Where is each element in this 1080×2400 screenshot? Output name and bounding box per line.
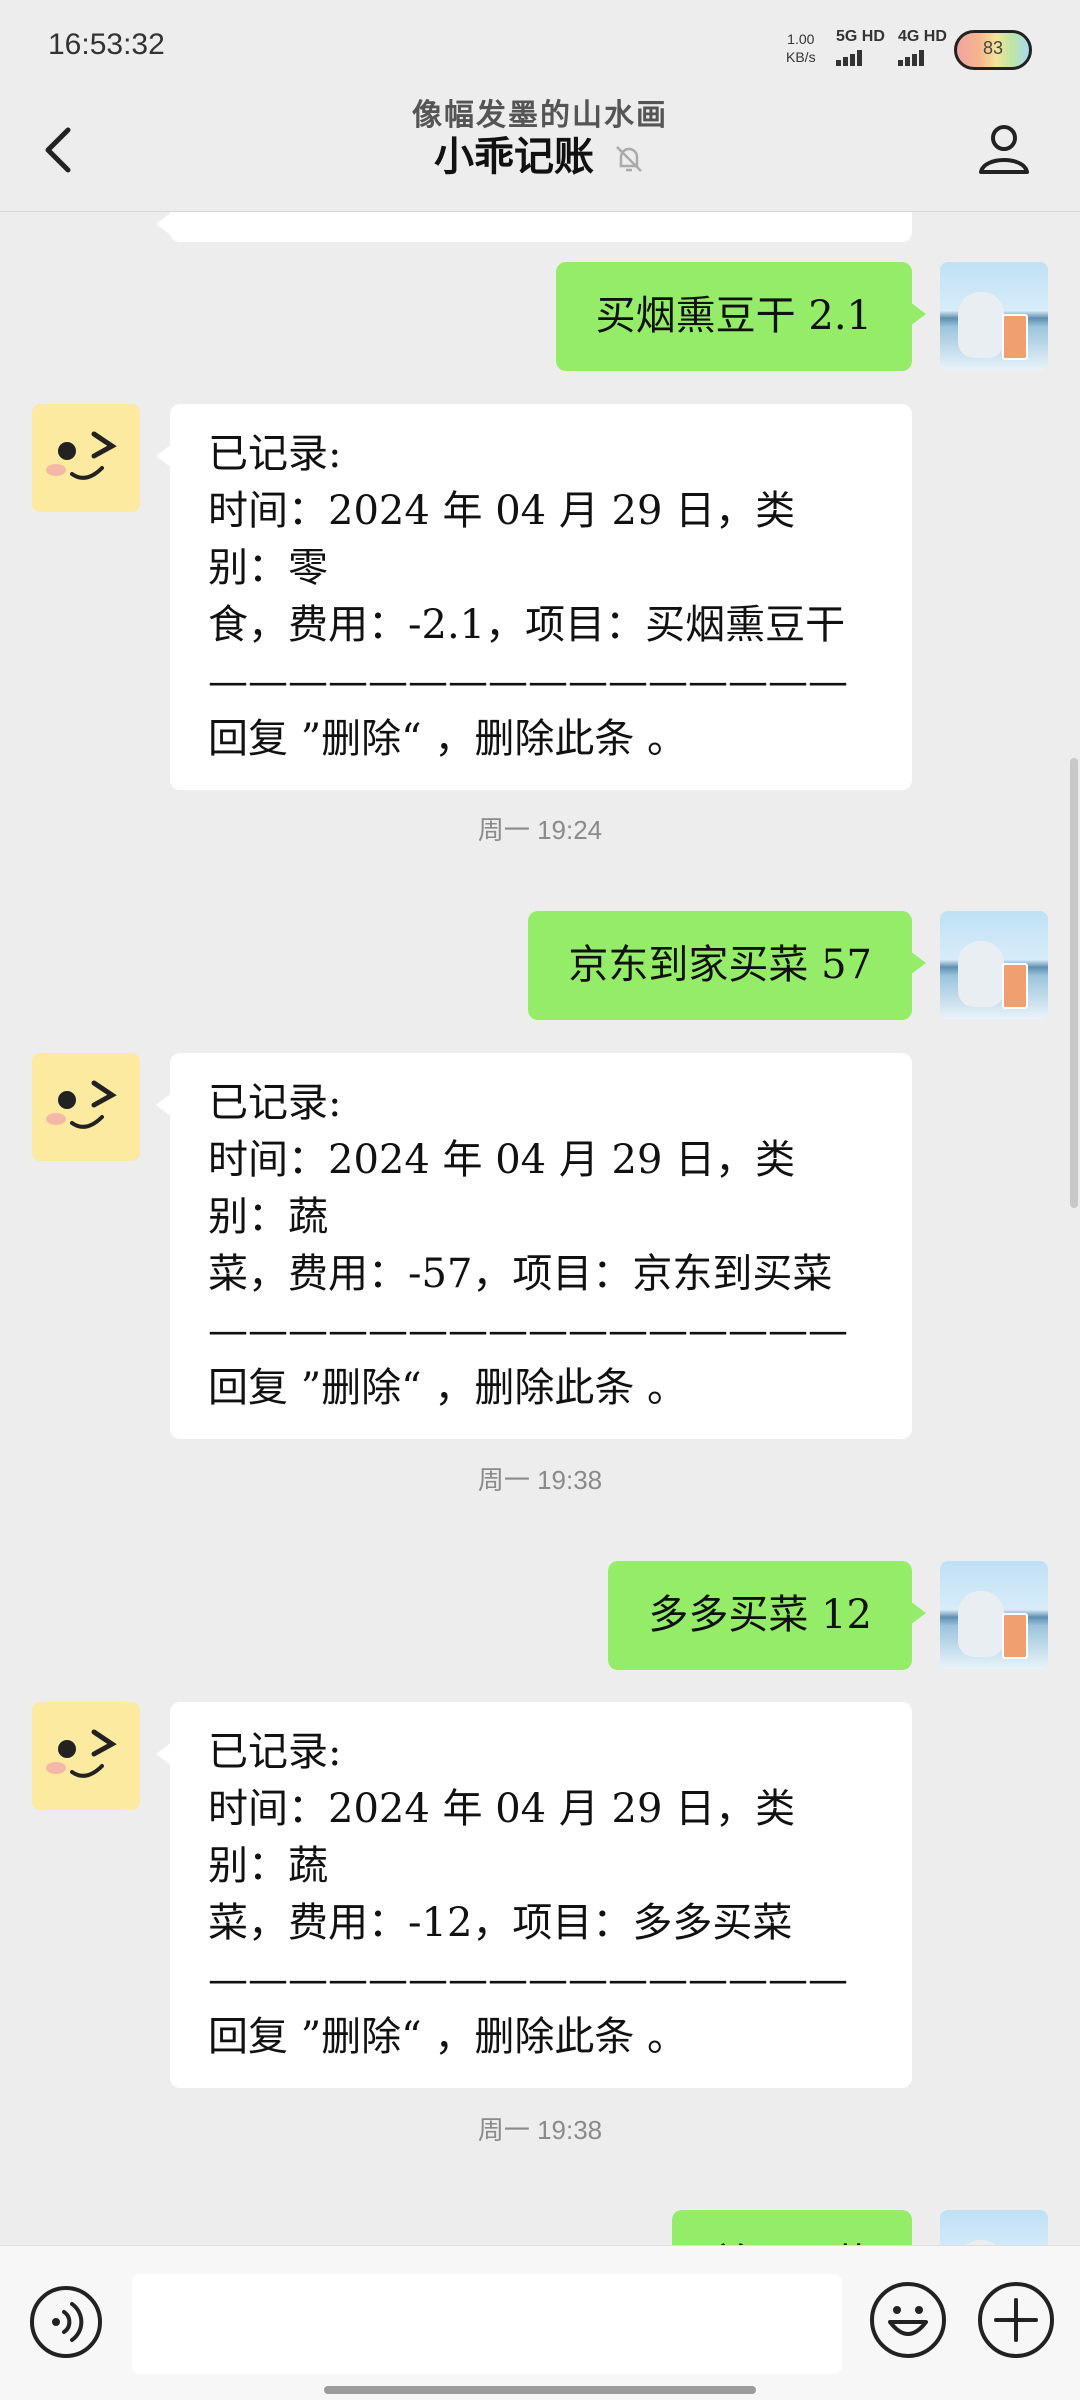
- message-line: 时间：2024 年 04 月 29 日，类别：零: [208, 488, 796, 591]
- bot-avatar[interactable]: [32, 404, 140, 512]
- message-line: 菜，费用：-57，项目：京东到买菜: [208, 1251, 833, 1297]
- timestamp: 周一 19:38: [477, 2115, 603, 2145]
- voice-icon[interactable]: [30, 2286, 102, 2358]
- battery-level: 83: [982, 38, 1004, 58]
- user-avatar[interactable]: [940, 1561, 1048, 1669]
- profile-icon[interactable]: [976, 120, 1032, 176]
- timestamp: 周一 19:38: [477, 1465, 603, 1495]
- message-line: 回复 ”删除“ ，删除此条 。: [208, 2014, 688, 2060]
- bot-avatar[interactable]: [32, 1702, 140, 1810]
- user-avatar[interactable]: [940, 911, 1048, 1019]
- message-line: 已记录:: [208, 1080, 342, 1126]
- plus-icon[interactable]: [978, 2282, 1054, 2358]
- signal-4g-icon: 4G HD: [898, 28, 947, 66]
- message-divider: ————————————————: [208, 1308, 848, 1354]
- incoming-message[interactable]: 已记录: 时间：2024 年 04 月 29 日，类别：零 食，费用：-2.1，…: [156, 404, 912, 790]
- message-line: 食，费用：-2.1，项目：买烟熏豆干: [208, 602, 846, 648]
- timestamp: 周一 19:24: [477, 815, 603, 845]
- message-divider: ————————————————: [208, 659, 848, 705]
- message-divider: ————————————————: [208, 1957, 848, 2003]
- outgoing-message[interactable]: 买烟熏豆干 2.1: [555, 262, 927, 371]
- outgoing-message[interactable]: 多多买菜 12: [608, 1561, 926, 1670]
- message-line: 时间：2024 年 04 月 29 日，类别：蔬: [208, 1137, 796, 1240]
- message-line: 菜，费用：-12，项目：多多买菜: [208, 1900, 793, 1946]
- signal-5g-icon: 5G HD: [836, 28, 885, 66]
- user-avatar[interactable]: [940, 2210, 1048, 2245]
- message-line: 已记录:: [208, 1729, 342, 1775]
- incoming-message[interactable]: 已记录: 时间：2024 年 04 月 29 日，类别：蔬 菜，费用：-57，项…: [156, 1053, 912, 1439]
- home-indicator[interactable]: [324, 2386, 756, 2394]
- message-line: 时间：2024 年 04 月 29 日，类别：蔬: [208, 1786, 796, 1889]
- status-time: 16:53:32: [48, 28, 165, 61]
- input-bar: [0, 2245, 1080, 2400]
- message-line: 已记录:: [208, 431, 342, 477]
- mute-bell-icon: [612, 142, 646, 176]
- status-bar: 16:53:32 1.00 KB/s 5G HD 4G HD 83: [0, 0, 1080, 90]
- message-list[interactable]: 买烟熏豆干 2.1 已记录: 时间：2024 年 04 月 29 日，类别：零 …: [0, 212, 1080, 2245]
- user-avatar[interactable]: [940, 262, 1048, 370]
- outgoing-message[interactable]: 美团买菜: [672, 2210, 912, 2245]
- network-speed: 1.00 KB/s: [786, 31, 816, 65]
- chat-title: 小乖记账: [0, 124, 1080, 182]
- incoming-message[interactable]: 已记录: 时间：2024 年 04 月 29 日，类别：蔬 菜，费用：-12，项…: [156, 1702, 912, 2088]
- chat-title-text: 小乖记账: [434, 134, 594, 180]
- outgoing-message[interactable]: 京东到家买菜 57: [528, 911, 926, 1020]
- message-line: 回复 ”删除“ ，删除此条 。: [208, 716, 688, 762]
- message-input[interactable]: [132, 2274, 842, 2374]
- message-line: 回复 ”删除“ ，删除此条 。: [208, 1365, 688, 1411]
- message-bubble-partial: [156, 212, 912, 242]
- emoji-icon[interactable]: [870, 2282, 946, 2358]
- scrollbar[interactable]: [1070, 758, 1078, 1208]
- chat-header: 像幅发墨的山水画 小乖记账: [0, 90, 1080, 212]
- battery-icon: 83: [954, 30, 1032, 70]
- bot-avatar[interactable]: [32, 1053, 140, 1161]
